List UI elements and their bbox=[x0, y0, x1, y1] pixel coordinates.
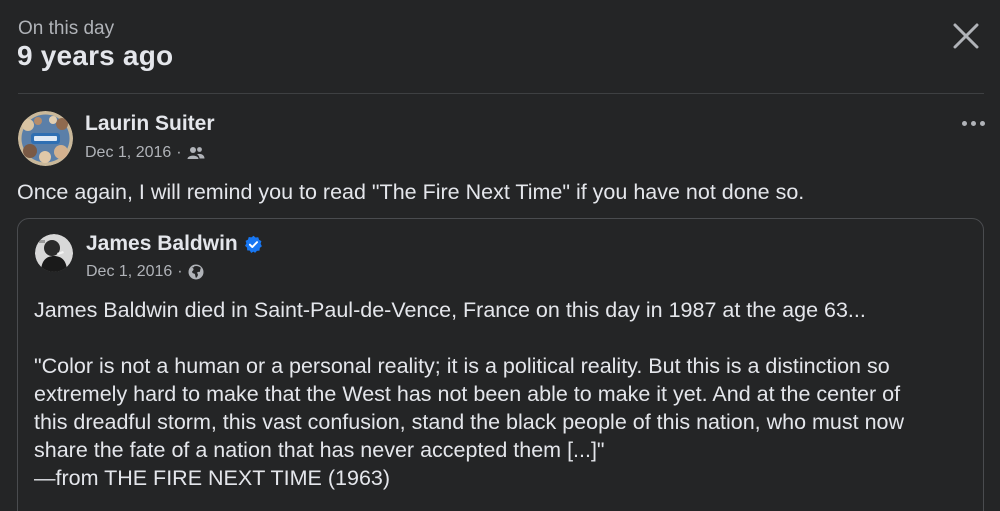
shared-post-date[interactable]: Dec 1, 2016 bbox=[86, 263, 172, 281]
avatar-laurin-suiter[interactable] bbox=[18, 111, 73, 166]
meta-separator: · bbox=[176, 144, 182, 161]
avatar-james-baldwin[interactable] bbox=[35, 234, 73, 272]
verified-badge-icon bbox=[244, 235, 262, 253]
friends-icon bbox=[187, 147, 205, 159]
close-icon bbox=[953, 23, 979, 49]
shared-post-meta: Dec 1, 2016 · bbox=[86, 263, 204, 281]
post-date[interactable]: Dec 1, 2016 bbox=[85, 144, 171, 162]
quote-line: this dreadful storm, this vast confusion… bbox=[34, 410, 905, 434]
post-author-name[interactable]: Laurin Suiter bbox=[85, 112, 215, 136]
quote-line: share the fate of a nation that has neve… bbox=[34, 438, 605, 462]
close-button[interactable] bbox=[944, 14, 988, 58]
header-divider bbox=[18, 93, 984, 94]
quote-line: extremely hard to make that the West has… bbox=[34, 382, 901, 406]
more-options-button[interactable] bbox=[955, 110, 991, 136]
quote-line: "Color is not a human or a personal real… bbox=[34, 354, 890, 378]
meta-separator: · bbox=[177, 263, 183, 280]
shared-post-body: James Baldwin died in Saint-Paul-de-Venc… bbox=[34, 296, 979, 492]
memory-eyebrow: On this day bbox=[18, 18, 115, 39]
shared-post-author[interactable]: James Baldwin bbox=[86, 232, 263, 256]
post-text: Once again, I will remind you to read "T… bbox=[17, 180, 805, 204]
quote-attribution: —from THE FIRE NEXT TIME (1963) bbox=[34, 466, 391, 490]
globe-icon bbox=[188, 264, 204, 280]
shared-post-lead: James Baldwin died in Saint-Paul-de-Venc… bbox=[34, 298, 866, 322]
memory-screen: On this day 9 years ago Laurin Suiter De… bbox=[0, 0, 1000, 511]
post-meta: Dec 1, 2016 · bbox=[85, 144, 205, 162]
memory-title: 9 years ago bbox=[17, 40, 174, 71]
more-options-icon bbox=[961, 120, 967, 126]
shared-post-author-name[interactable]: James Baldwin bbox=[86, 232, 238, 256]
